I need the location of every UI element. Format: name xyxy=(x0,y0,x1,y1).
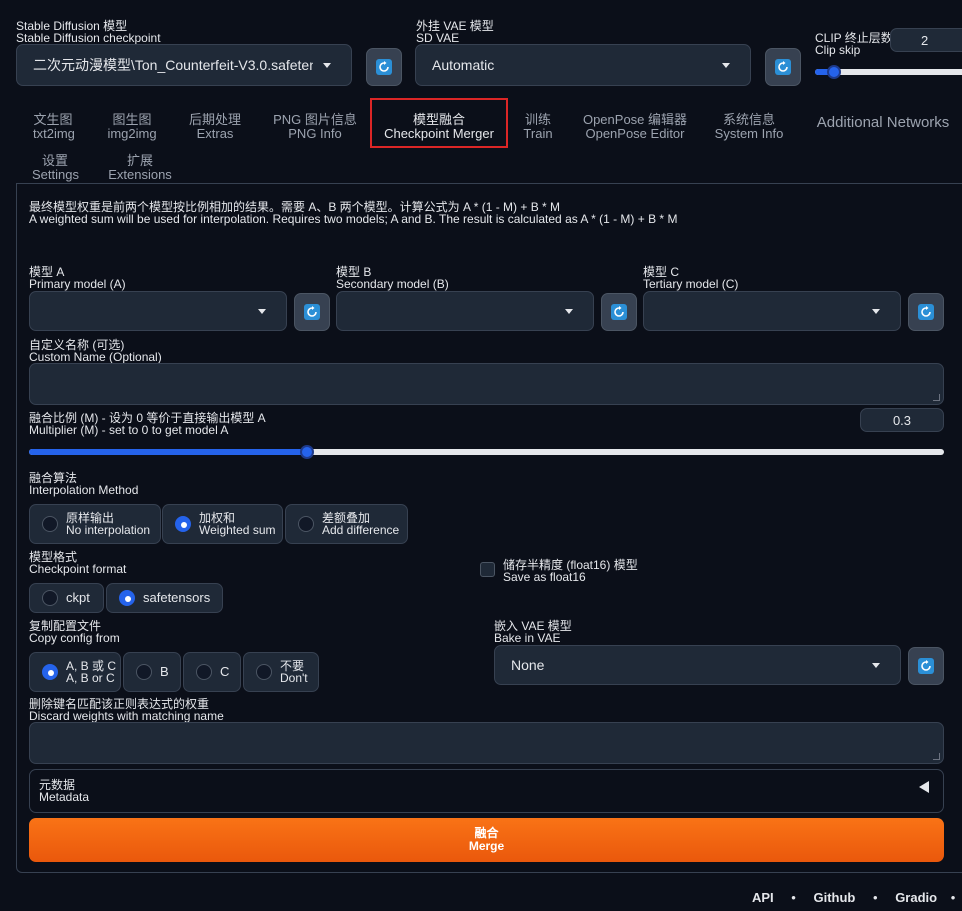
checkpoint-select[interactable]: 二次元动漫模型\Ton_Counterfeit-V3.0.safetensors xyxy=(16,44,352,86)
chevron-down-icon xyxy=(565,309,573,314)
metadata-accordion[interactable]: 元数据 Metadata xyxy=(29,769,944,813)
format-label: 模型格式 Checkpoint format xyxy=(29,550,127,576)
chevron-down-icon xyxy=(323,63,331,68)
slider-fill xyxy=(29,449,307,455)
interp-option-add-difference[interactable]: 差额叠加 Add difference xyxy=(285,504,408,544)
tab-system-info[interactable]: 系统信息 System Info xyxy=(714,113,784,141)
multiplier-input[interactable]: 0.3 xyxy=(860,408,944,432)
bake-vae-label: 嵌入 VAE 模型 Bake in VAE xyxy=(494,619,572,645)
clip-skip-label: CLIP 终止层数 Clip skip xyxy=(815,31,893,57)
metadata-label: 元数据 Metadata xyxy=(39,778,90,804)
tab-openpose-editor[interactable]: OpenPose 编辑器 OpenPose Editor xyxy=(582,113,688,141)
bake-vae-select[interactable]: None xyxy=(494,645,901,685)
tab-txt2img[interactable]: 文生图 txt2img xyxy=(33,113,75,141)
format-option-ckpt[interactable]: ckpt xyxy=(29,583,104,613)
discard-label: 删除键名匹配该正则表达式的权重 Discard weights with matc… xyxy=(29,697,224,723)
chevron-down-icon xyxy=(722,63,730,68)
discard-input[interactable] xyxy=(29,722,944,764)
footer-gradio-link[interactable]: Gradio xyxy=(895,890,937,905)
model-c-label: 模型 C Tertiary model (C) xyxy=(643,265,739,291)
tab-extras[interactable]: 后期处理 Extras xyxy=(186,113,244,141)
bake-vae-value: None xyxy=(511,657,545,673)
slider-thumb[interactable] xyxy=(300,445,314,459)
float16-label: 储存半精度 (float16) 模型 Save as float16 xyxy=(503,558,638,584)
radio-icon xyxy=(196,664,212,680)
radio-icon xyxy=(136,664,152,680)
footer-separator: • xyxy=(950,890,956,905)
copy-config-option-abc[interactable]: A, B 或 C A, B or C xyxy=(29,652,121,692)
format-option-safetensors[interactable]: safetensors xyxy=(106,583,223,613)
copy-config-label: 复制配置文件 Copy config from xyxy=(29,619,120,645)
tab-train[interactable]: 训练 Train xyxy=(520,113,556,141)
radio-selected-icon xyxy=(175,516,191,532)
tab-extensions[interactable]: 扩展 Extensions xyxy=(108,154,172,182)
tab-png-info[interactable]: PNG 图片信息 PNG Info xyxy=(272,113,358,141)
vae-label: 外挂 VAE 模型 SD VAE xyxy=(416,19,494,45)
radio-selected-icon xyxy=(42,664,58,680)
chevron-down-icon xyxy=(872,309,880,314)
custom-name-label: 自定义名称 (可选) Custom Name (Optional) xyxy=(29,338,162,364)
float16-checkbox[interactable] xyxy=(480,562,495,577)
merge-button[interactable]: 融合 Merge xyxy=(29,818,944,862)
interp-label: 融合算法 Interpolation Method xyxy=(29,471,139,497)
footer-separator: • xyxy=(873,890,878,905)
tab-img2img[interactable]: 图生图 img2img xyxy=(106,113,158,141)
collapse-triangle-icon xyxy=(919,781,929,793)
chevron-down-icon xyxy=(258,309,266,314)
clip-skip-input[interactable]: 2 xyxy=(890,28,962,52)
refresh-icon xyxy=(376,59,392,75)
refresh-icon xyxy=(304,304,320,320)
resize-handle[interactable] xyxy=(933,753,940,760)
refresh-icon xyxy=(611,304,627,320)
footer: API • Github • Gradio • xyxy=(752,890,962,905)
merger-description: 最终模型权重是前两个模型按比例相加的结果。需要 A、B 两个模型。计算公式为 A… xyxy=(29,200,678,226)
chevron-down-icon xyxy=(872,663,880,668)
vae-value: Automatic xyxy=(432,57,495,73)
model-c-select[interactable] xyxy=(643,291,901,331)
interp-option-weighted-sum[interactable]: 加权和 Weighted sum xyxy=(162,504,283,544)
radio-icon xyxy=(42,590,58,606)
copy-config-option-c[interactable]: C xyxy=(183,652,241,692)
radio-icon xyxy=(256,664,272,680)
multiplier-slider[interactable] xyxy=(29,445,944,459)
model-a-refresh-button[interactable] xyxy=(294,293,330,331)
tab-checkpoint-merger[interactable]: 模型融合 Checkpoint Merger xyxy=(378,113,500,141)
multiplier-label: 融合比例 (M) - 设为 0 等价于直接输出模型 A Multiplier (M… xyxy=(29,411,266,437)
checkpoint-label: Stable Diffusion 模型 Stable Diffusion che… xyxy=(16,19,161,45)
copy-config-option-b[interactable]: B xyxy=(123,652,181,692)
refresh-icon xyxy=(918,658,934,674)
resize-handle[interactable] xyxy=(933,394,940,401)
model-a-select[interactable] xyxy=(29,291,287,331)
vae-select[interactable]: Automatic xyxy=(415,44,751,86)
refresh-icon xyxy=(775,59,791,75)
slider-thumb[interactable] xyxy=(827,65,841,79)
radio-icon xyxy=(298,516,314,532)
tab-settings[interactable]: 设置 Settings xyxy=(32,154,79,182)
model-c-refresh-button[interactable] xyxy=(908,293,944,331)
vae-refresh-button[interactable] xyxy=(765,48,801,86)
model-b-refresh-button[interactable] xyxy=(601,293,637,331)
radio-selected-icon xyxy=(119,590,135,606)
tab-additional-networks[interactable]: Additional Networks xyxy=(812,115,954,130)
radio-icon xyxy=(42,516,58,532)
bake-vae-refresh-button[interactable] xyxy=(908,647,944,685)
footer-api-link[interactable]: API xyxy=(752,890,774,905)
model-a-label: 模型 A Primary model (A) xyxy=(29,265,126,291)
highlight-bottom xyxy=(372,146,506,148)
checkpoint-refresh-button[interactable] xyxy=(366,48,402,86)
model-b-select[interactable] xyxy=(336,291,594,331)
custom-name-input[interactable] xyxy=(29,363,944,405)
copy-config-option-dont[interactable]: 不要 Don't xyxy=(243,652,319,692)
checkpoint-value: 二次元动漫模型\Ton_Counterfeit-V3.0.safetensors xyxy=(33,57,313,73)
model-b-label: 模型 B Secondary model (B) xyxy=(336,265,449,291)
interp-option-none[interactable]: 原样输出 No interpolation xyxy=(29,504,161,544)
refresh-icon xyxy=(918,304,934,320)
clip-skip-slider[interactable] xyxy=(815,65,962,79)
footer-separator: • xyxy=(791,890,796,905)
footer-github-link[interactable]: Github xyxy=(813,890,855,905)
